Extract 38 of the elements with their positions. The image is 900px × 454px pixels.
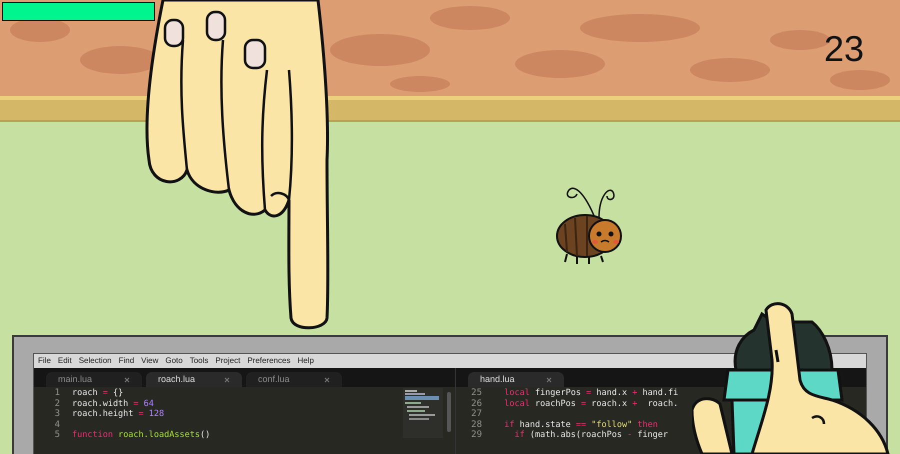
line-number: 3 bbox=[54, 409, 60, 420]
code-line: if (math.abs(roachPos - finger bbox=[513, 430, 668, 440]
menu-item[interactable]: Goto bbox=[165, 355, 183, 367]
line-number: 4 bbox=[54, 420, 60, 430]
line-number: 29 bbox=[471, 430, 482, 440]
close-icon[interactable] bbox=[124, 376, 130, 382]
file-tab[interactable]: hand.lua bbox=[468, 372, 564, 387]
code-line: roach.width = 64 bbox=[72, 398, 154, 409]
code-line: roach = {} bbox=[72, 388, 124, 398]
score: 23 bbox=[824, 27, 864, 71]
menu-item[interactable]: Preferences bbox=[247, 355, 290, 367]
menu-item[interactable]: Selection bbox=[78, 355, 112, 367]
line-number: 2 bbox=[54, 398, 60, 409]
line-number: 1 bbox=[54, 388, 60, 398]
code-line: local roachPos = roach.x + roach. bbox=[503, 398, 678, 409]
scrollbar[interactable] bbox=[447, 392, 451, 432]
menu-item[interactable]: Help bbox=[297, 355, 314, 367]
code-line: roach.height = 128 bbox=[72, 409, 164, 420]
menu-item[interactable]: Edit bbox=[58, 355, 72, 367]
line-number: 25 bbox=[471, 388, 482, 398]
code-line: local fingerPos = hand.x + hand.fi bbox=[503, 388, 678, 398]
line-number: 27 bbox=[471, 409, 482, 420]
line-number: 5 bbox=[54, 430, 60, 440]
menu-item[interactable]: Tools bbox=[190, 355, 208, 367]
line-number: 26 bbox=[471, 398, 482, 409]
close-icon[interactable] bbox=[224, 376, 230, 382]
file-tab[interactable]: roach.lua bbox=[146, 372, 242, 387]
close-icon[interactable] bbox=[324, 376, 330, 382]
code-line: if hand.state == "follow" then bbox=[503, 420, 658, 430]
code-line: function roach.loadAssets() bbox=[72, 430, 210, 440]
file-tab[interactable]: main.lua bbox=[46, 372, 142, 387]
menu-item[interactable]: Find bbox=[118, 355, 134, 367]
line-number: 28 bbox=[471, 420, 482, 430]
menu-item[interactable]: View bbox=[141, 355, 158, 367]
close-icon[interactable] bbox=[546, 376, 552, 382]
menu-item[interactable]: File bbox=[38, 355, 51, 367]
file-tab[interactable]: conf.lua bbox=[246, 372, 342, 387]
menu-item[interactable]: Project bbox=[215, 355, 240, 367]
